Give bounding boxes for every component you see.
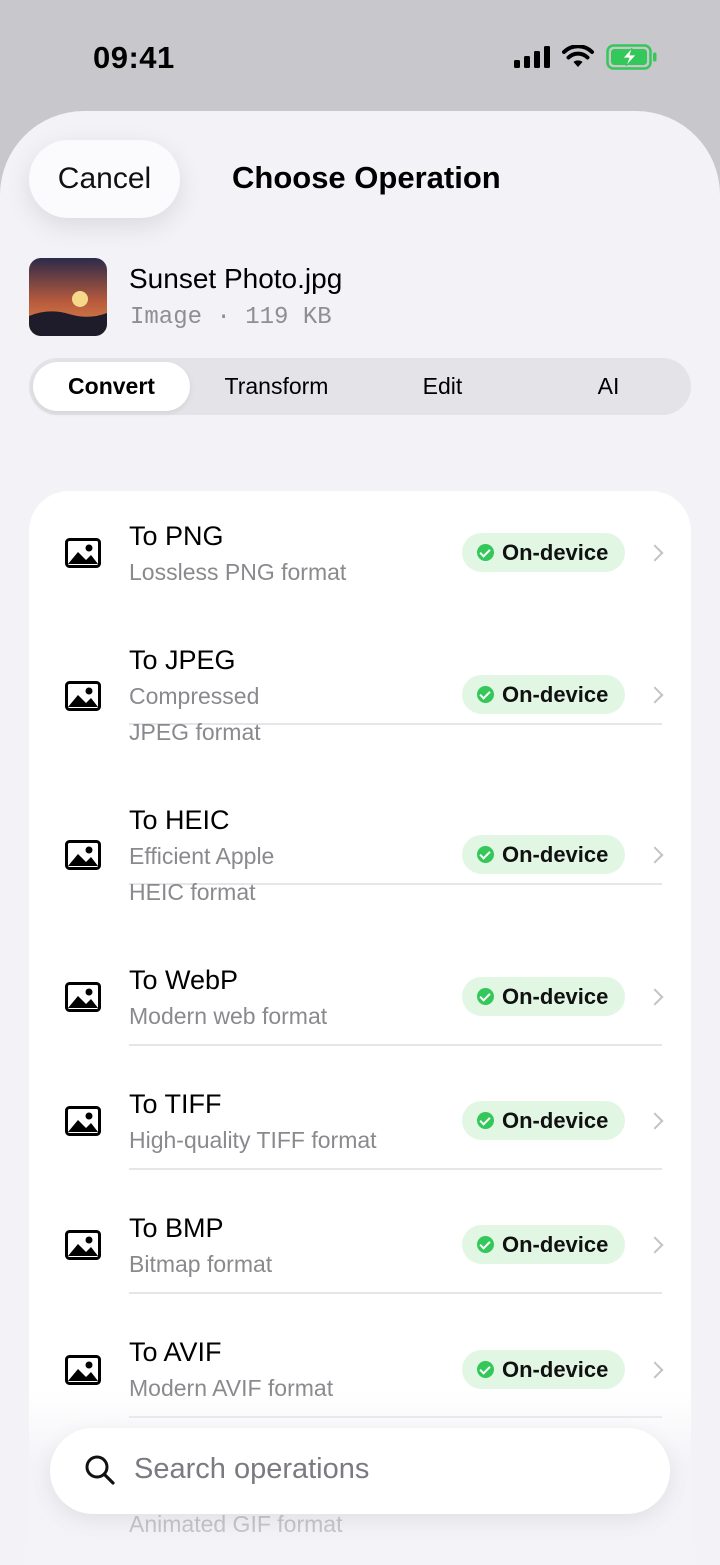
image-icon <box>65 1106 101 1136</box>
status-bar: 09:41 <box>0 0 720 110</box>
on-device-badge: On-device <box>462 675 625 714</box>
on-device-badge: On-device <box>462 977 625 1016</box>
image-icon <box>65 1355 101 1385</box>
search-icon <box>85 1455 115 1485</box>
search-placeholder: Search operations <box>134 1453 370 1485</box>
tab-ai[interactable]: AI <box>531 362 686 411</box>
tab-edit[interactable]: Edit <box>365 362 520 411</box>
tab-transform[interactable]: Transform <box>199 362 354 411</box>
operation-row-webp[interactable]: To WebP Modern web format On-device <box>29 934 691 1058</box>
image-icon <box>65 681 101 711</box>
file-thumbnail <box>29 258 107 336</box>
checkmark-icon <box>477 686 494 703</box>
search-input[interactable]: Search operations <box>50 1428 670 1514</box>
operation-title: To PNG <box>129 521 224 551</box>
battery-charging-icon <box>606 44 657 70</box>
on-device-badge: On-device <box>462 835 625 874</box>
checkmark-icon <box>477 1112 494 1129</box>
partially-hidden-operation: Animated GIF format <box>129 1511 343 1537</box>
operation-sheet: Cancel Choose Operation Sunset Photo.jpg… <box>0 111 720 1565</box>
chevron-right-icon <box>646 1236 664 1254</box>
on-device-badge: On-device <box>462 533 625 572</box>
operation-title: To AVIF <box>129 1337 222 1367</box>
operation-description: Compressed JPEG format <box>129 683 261 745</box>
operation-row-heic[interactable]: To HEIC Efficient Apple HEIC format On-d… <box>29 774 691 934</box>
operation-title: To JPEG <box>129 645 236 675</box>
operation-description: High-quality TIFF format <box>129 1127 377 1153</box>
image-icon <box>65 538 101 568</box>
on-device-badge: On-device <box>462 1225 625 1264</box>
operation-row-bmp[interactable]: To BMP Bitmap format On-device <box>29 1182 691 1306</box>
cancel-button[interactable]: Cancel <box>29 140 180 218</box>
sheet-title: Choose Operation <box>232 160 501 195</box>
chevron-right-icon <box>646 846 664 864</box>
operation-row-tiff[interactable]: To TIFF High-quality TIFF format On-devi… <box>29 1058 691 1182</box>
wifi-icon <box>562 45 594 67</box>
checkmark-icon <box>477 1236 494 1253</box>
checkmark-icon <box>477 544 494 561</box>
image-icon <box>65 840 101 870</box>
operation-title: To TIFF <box>129 1089 222 1119</box>
status-time: 09:41 <box>93 40 175 75</box>
operation-description: Bitmap format <box>129 1251 273 1277</box>
operation-title: To BMP <box>129 1213 224 1243</box>
operation-title: To HEIC <box>129 805 230 835</box>
operation-description: Modern web format <box>129 1003 328 1029</box>
chevron-right-icon <box>646 1361 664 1379</box>
operation-title: To WebP <box>129 965 239 995</box>
operation-row-jpeg[interactable]: To JPEG Compressed JPEG format On-device <box>29 614 691 774</box>
checkmark-icon <box>477 1361 494 1378</box>
operation-description: Efficient Apple HEIC format <box>129 843 275 905</box>
cellular-signal-icon <box>514 46 550 68</box>
file-name: Sunset Photo.jpg <box>129 263 343 294</box>
file-meta: Image · 119 KB <box>130 304 332 331</box>
category-segmented-control: Convert Transform Edit AI <box>29 358 691 415</box>
chevron-right-icon <box>646 686 664 704</box>
chevron-right-icon <box>646 988 664 1006</box>
tab-convert[interactable]: Convert <box>33 362 190 411</box>
on-device-badge: On-device <box>462 1101 625 1140</box>
operation-row-png[interactable]: To PNG Lossless PNG format On-device <box>29 491 691 614</box>
checkmark-icon <box>477 988 494 1005</box>
image-icon <box>65 982 101 1012</box>
chevron-right-icon <box>646 544 664 562</box>
image-icon <box>65 1230 101 1260</box>
operation-description: Lossless PNG format <box>129 559 347 585</box>
chevron-right-icon <box>646 1112 664 1130</box>
on-device-badge: On-device <box>462 1350 625 1389</box>
checkmark-icon <box>477 846 494 863</box>
status-icons <box>514 44 658 70</box>
